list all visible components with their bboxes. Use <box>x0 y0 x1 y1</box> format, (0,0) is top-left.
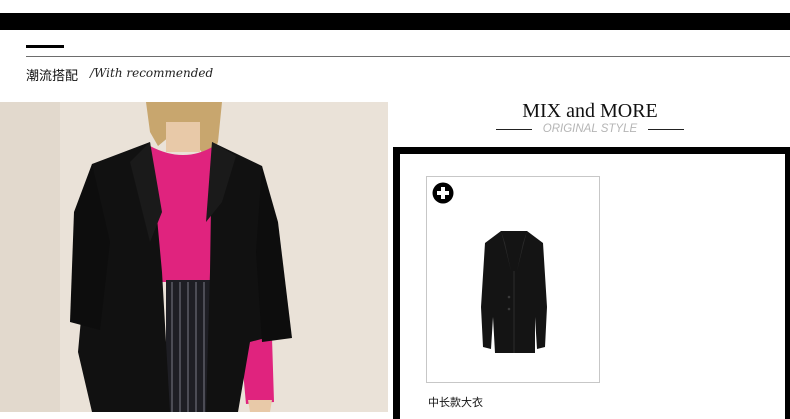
product-card[interactable] <box>426 176 600 383</box>
top-black-bar <box>0 13 790 30</box>
mix-title: MIX and MORE <box>522 100 658 122</box>
coat-image <box>481 231 547 353</box>
section-subtitle: /With recommended <box>90 66 214 80</box>
section-accent-bar <box>26 45 64 48</box>
plus-circle-icon[interactable] <box>432 182 454 204</box>
section-title: 潮流搭配 <box>26 69 79 84</box>
product-name[interactable]: 中长款大衣 <box>428 394 483 410</box>
mix-subtitle-right-line <box>648 129 684 130</box>
section-divider <box>26 56 790 57</box>
product-frame: 中长款大衣 <box>393 147 790 419</box>
model-illustration <box>0 102 388 412</box>
model-outfit-image <box>0 102 388 412</box>
